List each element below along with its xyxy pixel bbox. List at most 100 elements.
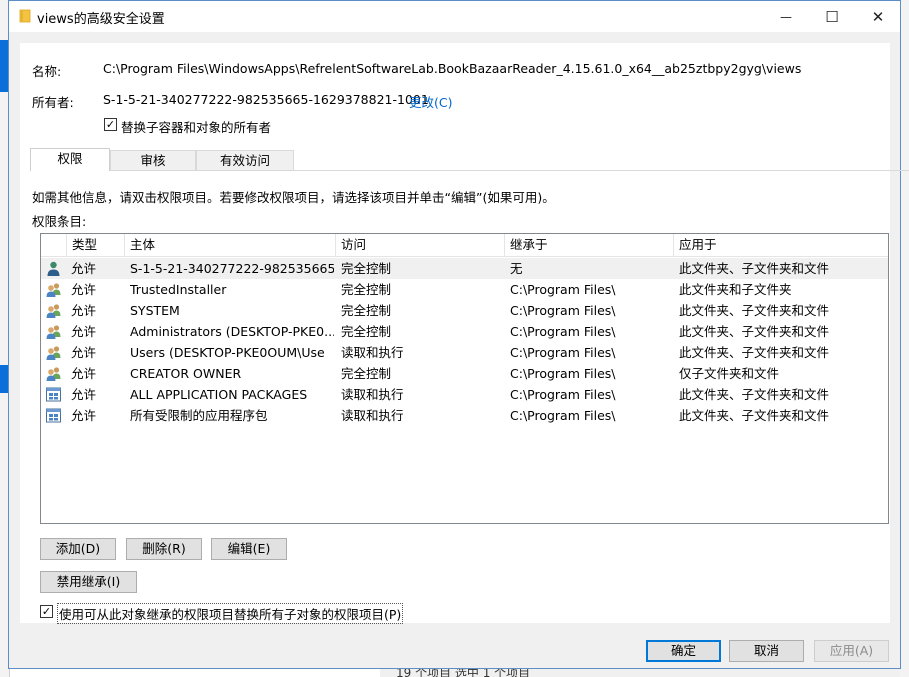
cell-access: 读取和执行 bbox=[341, 387, 404, 402]
tab-effective-access[interactable]: 有效访问 bbox=[196, 150, 294, 170]
tab-auditing[interactable]: 审核 bbox=[110, 150, 196, 170]
replace-owner-checkbox[interactable]: ✓ bbox=[104, 118, 117, 131]
hint-text: 如需其他信息，请双击权限项目。若要修改权限项目，请选择该项目并单击“编辑”(如果… bbox=[32, 190, 555, 205]
table-row[interactable]: 允许 Users (DESKTOP-PKE0OUM\Use 读取和执行 C:\Prog… bbox=[41, 342, 888, 363]
cell-inherited: C:\Program Files\ bbox=[510, 324, 616, 339]
table-row[interactable]: 允许 ALL APPLICATION PACKAGES 读取和执行 C:\Progra… bbox=[41, 384, 888, 405]
cell-type: 允许 bbox=[71, 345, 97, 360]
table-row[interactable]: 允许 SYSTEM 完全控制 C:\Program Files\ 此文件夹、子文件夹和文… bbox=[41, 300, 888, 321]
cell-access: 完全控制 bbox=[341, 261, 392, 276]
cell-access: 完全控制 bbox=[341, 366, 392, 381]
cell-access: 完全控制 bbox=[341, 303, 392, 318]
title-bar: views的高级安全设置 — ☐ ✕ bbox=[9, 1, 900, 32]
cell-applies: 此文件夹、子文件夹和文件 bbox=[679, 345, 830, 360]
cell-applies: 此文件夹、子文件夹和文件 bbox=[679, 324, 830, 339]
tab-auditing-label: 审核 bbox=[140, 153, 166, 168]
dialog-content: 名称: C:\Program Files\WindowsApps\Refrele… bbox=[20, 43, 909, 624]
cell-principal: Users (DESKTOP-PKE0OUM\Use bbox=[130, 345, 325, 360]
column-header-icon[interactable] bbox=[41, 234, 67, 257]
cell-type: 允许 bbox=[71, 366, 97, 381]
minimize-icon: — bbox=[780, 9, 792, 24]
package-icon bbox=[45, 407, 62, 424]
package-icon bbox=[45, 386, 62, 403]
tab-permissions-label: 权限 bbox=[57, 151, 83, 166]
add-button[interactable]: 添加(D) bbox=[40, 538, 116, 560]
cell-principal: SYSTEM bbox=[130, 303, 180, 318]
ok-button[interactable]: 确定 bbox=[646, 640, 721, 662]
group-icon bbox=[45, 344, 62, 361]
name-label: 名称: bbox=[32, 64, 62, 79]
column-header-principal[interactable]: 主体 bbox=[125, 234, 336, 257]
change-owner-link[interactable]: 更改(C) bbox=[409, 92, 452, 111]
table-row[interactable]: 允许 CREATOR OWNER 完全控制 C:\Program Files\ 仅子文件… bbox=[41, 363, 888, 384]
entries-label: 权限条目: bbox=[32, 214, 87, 229]
replace-child-permissions-label: 使用可从此对象继承的权限项目替换所有子对象的权限项目(P) bbox=[57, 603, 404, 624]
cell-inherited: C:\Program Files\ bbox=[510, 345, 616, 360]
column-header-type[interactable]: 类型 bbox=[67, 234, 125, 257]
close-button[interactable]: ✕ bbox=[855, 1, 901, 32]
cell-type: 允许 bbox=[71, 261, 97, 276]
table-row[interactable]: 允许 Administrators (DESKTOP-PKE0... 完全控制 C:\… bbox=[41, 321, 888, 342]
folder-icon bbox=[19, 9, 31, 23]
cell-inherited: C:\Program Files\ bbox=[510, 408, 616, 423]
cell-access: 完全控制 bbox=[341, 324, 392, 339]
group-icon bbox=[45, 365, 62, 382]
cell-principal: ALL APPLICATION PACKAGES bbox=[130, 387, 308, 402]
cell-type: 允许 bbox=[71, 282, 97, 297]
cell-applies: 此文件夹和子文件夹 bbox=[679, 282, 792, 297]
table-row[interactable]: 允许 S-1-5-21-340277222-982535665... 完全控制 无 此文… bbox=[41, 258, 888, 279]
cell-access: 读取和执行 bbox=[341, 345, 404, 360]
cell-applies: 仅子文件夹和文件 bbox=[679, 366, 780, 381]
cell-applies: 此文件夹、子文件夹和文件 bbox=[679, 387, 830, 402]
column-header-applies[interactable]: 应用于 bbox=[674, 234, 888, 257]
cell-inherited: C:\Program Files\ bbox=[510, 366, 616, 381]
close-icon: ✕ bbox=[871, 7, 885, 26]
name-value: C:\Program Files\WindowsApps\RefrelentSo… bbox=[103, 61, 802, 76]
replace-child-permissions-checkbox[interactable]: ✓ bbox=[40, 605, 53, 618]
tab-permissions[interactable]: 权限 bbox=[30, 148, 110, 171]
minimize-button[interactable]: — bbox=[763, 1, 809, 32]
cell-principal: CREATOR OWNER bbox=[130, 366, 242, 381]
window-title: views的高级安全设置 bbox=[37, 12, 165, 27]
cancel-button[interactable]: 取消 bbox=[729, 640, 804, 662]
cell-principal: Administrators (DESKTOP-PKE0... bbox=[130, 324, 334, 339]
column-header-inherited[interactable]: 继承于 bbox=[505, 234, 674, 257]
permission-entries-list[interactable]: 类型 主体 访问 继承于 应用于 允许 S-1-5-21-340277222-98… bbox=[40, 233, 889, 524]
disable-inheritance-button[interactable]: 禁用继承(I) bbox=[40, 571, 137, 593]
cell-type: 允许 bbox=[71, 408, 97, 423]
cell-type: 允许 bbox=[71, 324, 97, 339]
owner-value: S-1-5-21-340277222-982535665-1629378821-… bbox=[103, 92, 429, 107]
cell-access: 完全控制 bbox=[341, 282, 392, 297]
cell-applies: 此文件夹、子文件夹和文件 bbox=[679, 303, 830, 318]
user-icon bbox=[45, 260, 62, 277]
cell-principal: S-1-5-21-340277222-982535665... bbox=[130, 261, 334, 276]
column-header-access[interactable]: 访问 bbox=[336, 234, 505, 257]
cell-inherited: C:\Program Files\ bbox=[510, 282, 616, 297]
cell-principal: 所有受限制的应用程序包 bbox=[130, 408, 268, 423]
list-header: 类型 主体 访问 继承于 应用于 bbox=[41, 234, 888, 257]
advanced-security-dialog: views的高级安全设置 — ☐ ✕ 名称: C:\Program Files\… bbox=[8, 0, 909, 669]
edit-button[interactable]: 编辑(E) bbox=[211, 538, 287, 560]
group-icon bbox=[45, 281, 62, 298]
maximize-icon: ☐ bbox=[825, 7, 839, 26]
cell-applies: 此文件夹、子文件夹和文件 bbox=[679, 261, 830, 276]
cell-inherited: C:\Program Files\ bbox=[510, 303, 616, 318]
group-icon bbox=[45, 323, 62, 340]
group-icon bbox=[45, 302, 62, 319]
tab-effective-access-label: 有效访问 bbox=[219, 153, 270, 168]
background-selection bbox=[0, 365, 8, 393]
cell-principal: TrustedInstaller bbox=[130, 282, 227, 297]
cell-applies: 此文件夹、子文件夹和文件 bbox=[679, 408, 830, 423]
cell-access: 读取和执行 bbox=[341, 408, 404, 423]
cell-inherited: 无 bbox=[510, 261, 523, 276]
table-row[interactable]: 允许 所有受限制的应用程序包 读取和执行 C:\Program Files\ 此文件夹、… bbox=[41, 405, 888, 426]
cell-type: 允许 bbox=[71, 387, 97, 402]
owner-label: 所有者: bbox=[32, 95, 74, 110]
background-window-right bbox=[900, 0, 909, 677]
replace-owner-label: 替换子容器和对象的所有者 bbox=[121, 120, 272, 135]
tab-divider bbox=[30, 170, 909, 171]
maximize-button[interactable]: ☐ bbox=[809, 1, 855, 32]
table-row[interactable]: 允许 TrustedInstaller 完全控制 C:\Program Files\ 此… bbox=[41, 279, 888, 300]
apply-button[interactable]: 应用(A) bbox=[814, 640, 889, 662]
remove-button[interactable]: 删除(R) bbox=[126, 538, 202, 560]
